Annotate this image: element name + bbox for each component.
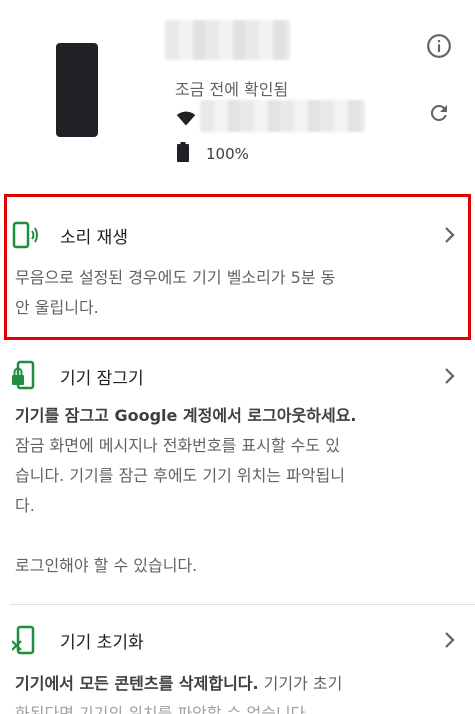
lock-device-note: 로그인해야 할 수 있습니다. (15, 556, 198, 575)
erase-device-card[interactable]: 기기 초기화 기기에서 모든 콘텐츠를 삭제합니다. 기기가 초기 화된다면 기… (0, 605, 475, 714)
lock-device-description: 기기를 잠그고 Google 계정에서 로그아웃하세요. 잠금 화면에 메시지나… (15, 401, 410, 581)
last-checked-text: 조금 전에 확인됨 (175, 80, 289, 99)
erase-device-title: 기기 초기화 (60, 633, 144, 653)
erase-device-description: 기기에서 모든 콘텐츠를 삭제합니다. 기기가 초기 화된다면 기기의 위치를 … (15, 674, 343, 714)
battery-level: 100% (206, 145, 249, 163)
phone-erase-icon (12, 625, 35, 655)
device-name-redacted (165, 20, 290, 60)
selection-highlight (4, 194, 471, 340)
phone-lock-icon (12, 360, 35, 390)
refresh-icon[interactable] (427, 101, 451, 125)
chevron-right-icon (445, 632, 455, 648)
wifi-name-redacted (200, 100, 365, 132)
device-summary: 조금 전에 확인됨 100% (0, 0, 475, 190)
info-icon[interactable] (426, 33, 452, 59)
lock-device-card[interactable]: 기기 잠그기 기기를 잠그고 Google 계정에서 로그아웃하세요. 잠금 화… (0, 345, 475, 605)
battery-icon (177, 142, 189, 162)
lock-device-title: 기기 잠그기 (60, 369, 144, 389)
device-image (56, 43, 98, 137)
chevron-right-icon (445, 368, 455, 384)
wifi-icon (176, 111, 196, 126)
